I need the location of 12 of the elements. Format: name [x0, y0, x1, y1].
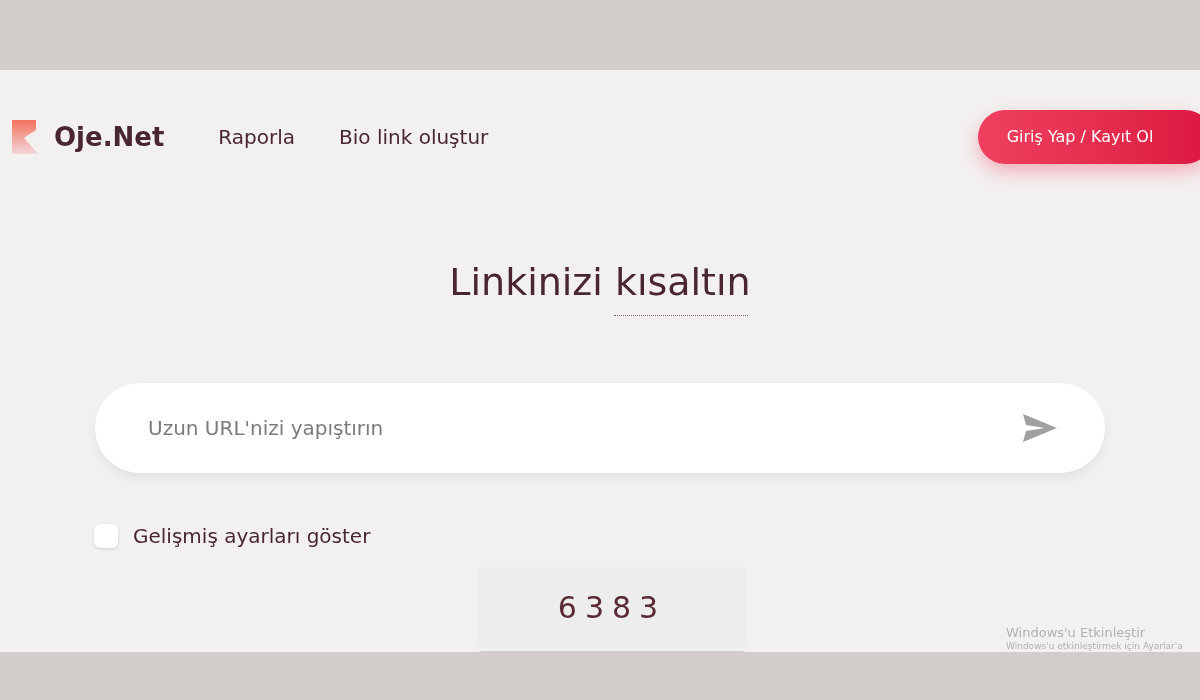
logo-icon: [12, 120, 38, 154]
activation-title: Windows'u Etkinleştir: [1006, 625, 1147, 642]
send-icon[interactable]: [1023, 414, 1057, 442]
nav-link[interactable]: Bio link oluştur: [339, 122, 489, 152]
nav-link[interactable]: Raporla: [218, 122, 296, 152]
site-logo[interactable]: Oje.Net: [54, 117, 165, 157]
login-button[interactable]: Giriş Yap / Kayıt Ol: [978, 110, 1200, 164]
checkbox[interactable]: [94, 524, 118, 548]
activation-text: Windows'u etkinleştirmek için Ayarlar'a: [1006, 641, 1183, 652]
checkbox-label: Gelişmiş ayarları göster: [133, 523, 371, 550]
captcha-image: 6383: [478, 567, 746, 647]
url-field[interactable]: Uzun URL'nizi yapıştırın: [95, 383, 1105, 473]
